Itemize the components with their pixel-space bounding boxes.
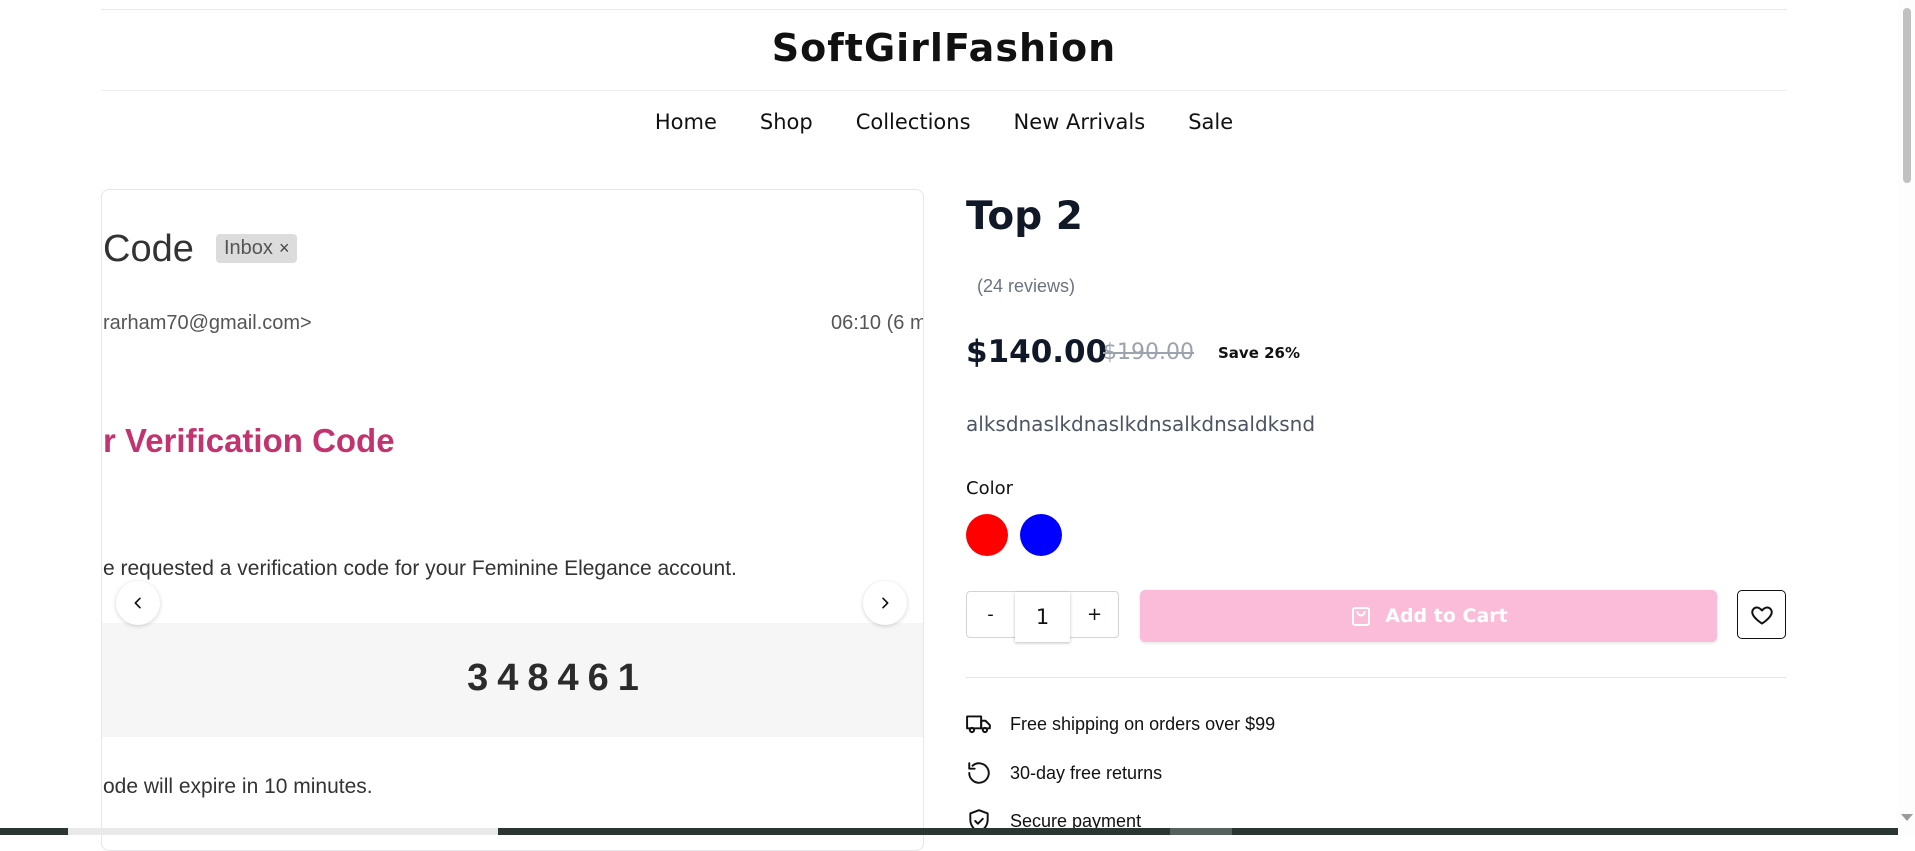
quantity-stepper: - 1 +: [966, 591, 1119, 642]
scrollbar-thumb[interactable]: [1903, 8, 1911, 183]
product-description: alksdnaslkdnaslkdnsalkdnsaldksnd: [966, 412, 1316, 436]
chevron-right-icon: [882, 597, 889, 609]
nav-sale[interactable]: Sale: [1188, 110, 1233, 134]
original-price: $190.00: [1103, 340, 1194, 365]
product-image-gallery: Code Inbox × rarham70@gmail.com> 06:10 (6…: [101, 189, 924, 851]
image-chip-close-glyph: ×: [278, 238, 290, 258]
wishlist-button[interactable]: [1737, 590, 1786, 639]
image-body-line: e requested a verification code for your…: [103, 557, 737, 580]
taskbar-segment: [1170, 828, 1232, 835]
quantity-input[interactable]: 1: [1015, 592, 1070, 642]
features-divider: [966, 677, 1786, 678]
add-to-cart-label: Add to Cart: [1385, 605, 1508, 627]
quantity-decrease-button[interactable]: -: [967, 592, 1014, 637]
feature-returns: 30-day free returns: [966, 760, 1162, 786]
image-expire-line: ode will expire in 10 minutes.: [103, 775, 373, 798]
gallery-prev-button[interactable]: [116, 581, 160, 625]
heart-icon: [1750, 606, 1773, 624]
nav-home[interactable]: Home: [655, 110, 717, 134]
chevron-left-icon: [134, 597, 141, 609]
shopping-bag-icon: [1352, 607, 1371, 626]
brand-logo[interactable]: SoftGirlFashion: [0, 26, 1888, 70]
nav-collections[interactable]: Collections: [856, 110, 971, 134]
product-price: $140.00: [966, 334, 1108, 370]
product-image: Code Inbox × rarham70@gmail.com> 06:10 (6…: [102, 190, 923, 850]
image-email-subject: Code: [103, 228, 194, 270]
add-to-cart-button[interactable]: Add to Cart: [1140, 590, 1717, 642]
review-count[interactable]: (24 reviews): [977, 276, 1075, 297]
main-nav: Home Shop Collections New Arrivals Sale: [0, 110, 1888, 134]
image-verification-code: 348461: [467, 657, 648, 699]
nav-new-arrivals[interactable]: New Arrivals: [1014, 110, 1146, 134]
truck-icon: [966, 715, 991, 734]
product-title: Top 2: [966, 194, 1083, 239]
image-inbox-chip: Inbox ×: [216, 234, 298, 263]
image-time: 06:10 (6 m: [831, 312, 924, 334]
color-label: Color: [966, 478, 1013, 499]
feature-shipping-text: Free shipping on orders over $99: [1010, 713, 1276, 734]
taskbar-segment: [68, 828, 498, 835]
image-sender: rarham70@gmail.com>: [103, 312, 312, 334]
nav-shop[interactable]: Shop: [760, 110, 813, 134]
taskbar-strip: [0, 828, 1898, 835]
feature-returns-text: 30-day free returns: [1010, 762, 1163, 783]
image-inbox-chip-label: Inbox: [224, 237, 273, 259]
header-divider: [101, 90, 1787, 91]
gallery-next-button[interactable]: [863, 581, 907, 625]
page-scrollbar[interactable]: [1898, 0, 1915, 835]
color-swatch-blue[interactable]: [1020, 514, 1062, 556]
feature-shipping: Free shipping on orders over $99: [966, 711, 1275, 737]
header-top-divider: [101, 9, 1787, 10]
quantity-increase-button[interactable]: +: [1071, 592, 1118, 637]
scroll-down-arrow-icon[interactable]: [1901, 814, 1913, 821]
image-heading: r Verification Code: [103, 422, 395, 459]
save-badge: Save 26%: [1218, 344, 1301, 362]
color-swatch-red[interactable]: [966, 514, 1008, 556]
rotate-ccw-icon: [968, 762, 990, 784]
